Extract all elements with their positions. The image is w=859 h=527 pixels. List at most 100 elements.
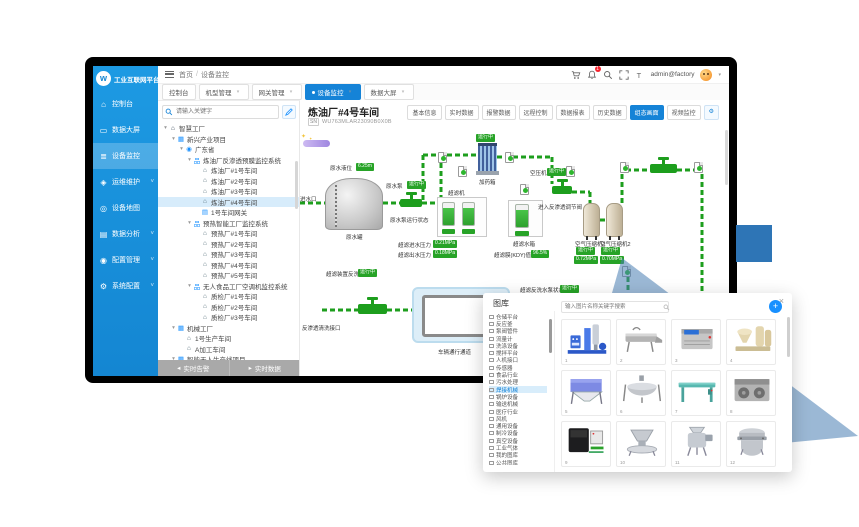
tree-caret-icon[interactable]: ▾ [186, 220, 193, 226]
pump-icon [694, 162, 703, 173]
category-scrollbar[interactable] [549, 319, 552, 353]
tree-node[interactable]: ⌂预热厂#4号车间 [158, 260, 300, 271]
air-compressor-tank-1 [583, 203, 600, 237]
tree-caret-icon[interactable]: ▾ [162, 125, 169, 131]
tab-数据大屏[interactable]: 数据大屏▾ [364, 84, 414, 100]
tree-caret-icon[interactable]: ▾ [170, 136, 177, 142]
tree-node[interactable]: ⌂A加工车间 [158, 344, 300, 355]
category-公共图库[interactable]: 公共图库 [489, 459, 547, 465]
sidebar-item-运维维护[interactable]: ◈运维维护˅ [93, 169, 158, 195]
tree-node[interactable]: ⌂质检厂#1号车间 [158, 291, 300, 302]
tree-node-label: 炼油厂#2号车间 [211, 176, 257, 186]
tab-机型管理[interactable]: 机型管理▾ [199, 84, 249, 100]
canvas-scrollbar[interactable] [725, 130, 728, 185]
tree-node[interactable]: ▾品预热智能工厂监控系统 [158, 218, 300, 229]
tree-node[interactable]: ⌂1号生产车间 [158, 333, 300, 344]
folder-icon [489, 446, 494, 450]
tab-设备监控[interactable]: 设备监控▾ [305, 84, 361, 100]
tree-node[interactable]: ⌂炼油厂#2号车间 [158, 176, 300, 187]
tree-node[interactable]: ⌂预热厂#1号车间 [158, 228, 300, 239]
tree-node-label: A加工车间 [195, 344, 225, 354]
fullscreen-icon[interactable] [619, 70, 629, 80]
equipment-item[interactable]: 11 [671, 421, 721, 467]
tree-footer-实时告警[interactable]: ◂实时告警 [158, 360, 229, 376]
equipment-item[interactable]: 5 [561, 370, 611, 416]
equipment-item[interactable]: 3 [671, 319, 721, 365]
tree-caret-icon[interactable]: ▾ [178, 146, 185, 152]
font-size-icon[interactable]: T [635, 70, 645, 80]
sidebar-item-数据分析[interactable]: ▤数据分析˅ [93, 221, 158, 247]
tree-node[interactable]: ⌂预热厂#5号车间 [158, 270, 300, 281]
workshop-icon: ⌂ [201, 293, 209, 300]
workshop-icon: ⌂ [201, 167, 209, 174]
equipment-item[interactable]: 4 [726, 319, 776, 365]
avatar[interactable] [700, 69, 712, 81]
tree-node[interactable]: ⌂炼油厂#4号车间 [158, 197, 300, 208]
tree-caret-icon[interactable]: ▾ [170, 325, 177, 331]
breadcrumb-home[interactable]: 首页 [179, 70, 193, 80]
equipment-item[interactable]: 12 [726, 421, 776, 467]
pump-icon [566, 166, 575, 177]
sidebar-item-配置管理[interactable]: ◉配置管理˅ [93, 247, 158, 273]
tab-网关管理[interactable]: 网关管理▾ [252, 84, 302, 100]
tab-控制台[interactable]: 控制台 [162, 84, 196, 100]
equipment-item[interactable]: 6 [616, 370, 666, 416]
ultrafilter-vessel [462, 202, 475, 226]
workshop-icon: ⌂ [201, 303, 209, 310]
tree-node[interactable]: ⌂质检厂#2号车间 [158, 302, 300, 313]
tree-node[interactable]: ⌂预热厂#2号车间 [158, 239, 300, 250]
folder-icon [489, 380, 494, 384]
tree-scrollbar[interactable] [295, 161, 298, 209]
tree-node[interactable]: ⌂炼油厂#3号车间 [158, 186, 300, 197]
tree-search-input[interactable] [162, 105, 279, 119]
sidebar-item-系统配置[interactable]: ⚙系统配置˅ [93, 273, 158, 299]
tree-node[interactable]: ▾品无人食品工厂空调机监控系统 [158, 281, 300, 292]
equipment-item[interactable]: 8 [726, 370, 776, 416]
tree-node[interactable]: ⌂预热厂#3号车间 [158, 249, 300, 260]
equipment-item[interactable]: 2 [616, 319, 666, 365]
tree-caret-icon[interactable]: ▾ [186, 283, 193, 289]
tree-node[interactable]: ▾▦新兴产业项目 [158, 134, 300, 145]
tree-node[interactable]: ▤1号车间网关 [158, 207, 300, 218]
tree-edit-button[interactable] [282, 105, 296, 119]
add-image-button[interactable]: + [769, 300, 782, 313]
equipment-item-number: 12 [730, 460, 735, 465]
valve-icon [400, 199, 422, 207]
tree-footer: ◂实时告警▸实时数据 [158, 360, 300, 376]
tab-caret-icon: ▾ [235, 89, 242, 95]
equipment-item[interactable]: 7 [671, 370, 721, 416]
manage-icon: ◉ [99, 256, 108, 265]
menu-collapse-icon[interactable] [165, 71, 174, 78]
search-icon[interactable] [603, 70, 613, 80]
user-caret-icon[interactable]: ▾ [718, 72, 721, 78]
username[interactable]: admin@factory [651, 71, 695, 78]
workshop-icon: ⌂ [201, 251, 209, 258]
tree-footer-实时数据[interactable]: ▸实时数据 [229, 360, 301, 376]
tree-node[interactable]: ▾品炼油厂反渗透预膜监控系统 [158, 155, 300, 166]
sidebar-item-数据大屏[interactable]: ▭数据大屏 [93, 117, 158, 143]
tree-node[interactable]: ⌂质检厂#3号车间 [158, 312, 300, 323]
tree-node-label: 1号生产车间 [195, 333, 231, 343]
sidebar-item-设备地图[interactable]: ◎设备地图 [93, 195, 158, 221]
tree-node[interactable]: ▾◉广东省 [158, 144, 300, 155]
sidebar: w 工业互联网平台 ⌂控制台▭数据大屏≣设备监控◈运维维护˅◎设备地图▤数据分析… [93, 66, 158, 376]
tree-node-label: 质检厂#2号车间 [211, 302, 257, 312]
tree-caret-icon[interactable]: ▾ [186, 157, 193, 163]
sidebar-item-控制台[interactable]: ⌂控制台 [93, 91, 158, 117]
cart-icon[interactable] [571, 70, 581, 80]
equipment-item[interactable]: 10 [616, 421, 666, 467]
tree-node[interactable]: ▾⌂智慧工厂 [158, 123, 300, 134]
grid-scrollbar[interactable] [787, 317, 790, 357]
tree-node[interactable]: ⌂炼油厂#1号车间 [158, 165, 300, 176]
tab-label: 控制台 [169, 87, 189, 97]
tree-node[interactable]: ▾▦机械工厂 [158, 323, 300, 334]
scada-value-badge: 6.25m [356, 163, 374, 171]
equipment-item[interactable]: 1 [561, 319, 611, 365]
system-icon: 品 [193, 155, 201, 165]
gallery-search-input[interactable] [561, 301, 669, 313]
equipment-item[interactable]: 9 [561, 421, 611, 467]
sidebar-item-设备监控[interactable]: ≣设备监控 [93, 143, 158, 169]
analysis-icon: ▤ [99, 230, 108, 239]
scada-value-badge: 运行中 [476, 134, 495, 142]
bell-icon[interactable]: 1 [587, 70, 597, 80]
